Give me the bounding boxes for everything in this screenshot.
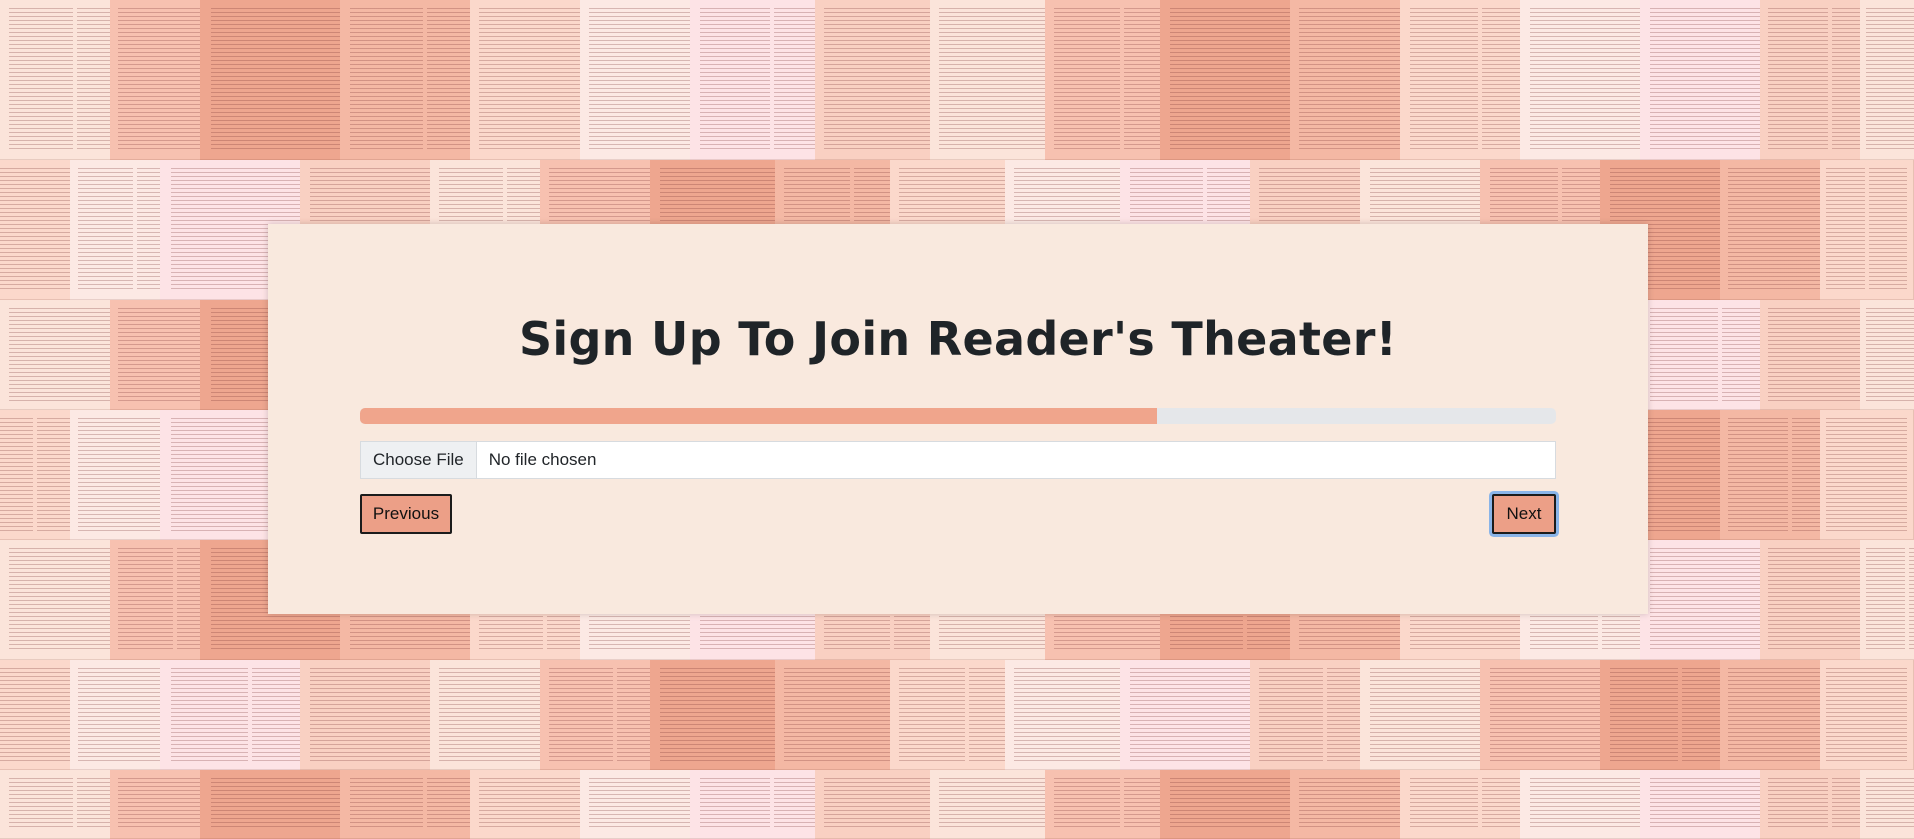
file-upload-input[interactable]: Choose File No file chosen: [360, 441, 1556, 479]
collage-tile: [1820, 660, 1914, 770]
previous-button[interactable]: Previous: [360, 494, 452, 534]
choose-file-button[interactable]: Choose File: [361, 442, 477, 478]
page-title: Sign Up To Join Reader's Theater!: [518, 312, 1398, 366]
collage-tile: [1820, 410, 1914, 540]
next-button[interactable]: Next: [1492, 494, 1556, 534]
progress-bar: [360, 408, 1556, 424]
signup-form-card: Sign Up To Join Reader's Theater! Choose…: [268, 224, 1648, 614]
progress-bar-fill: [360, 408, 1157, 424]
file-status-text: No file chosen: [488, 450, 597, 469]
collage-tile: [1820, 160, 1914, 300]
collage-tile: [1860, 300, 1914, 410]
collage-tile: [1860, 0, 1914, 160]
collage-tile: [1860, 540, 1914, 660]
collage-tile: [1860, 770, 1914, 839]
